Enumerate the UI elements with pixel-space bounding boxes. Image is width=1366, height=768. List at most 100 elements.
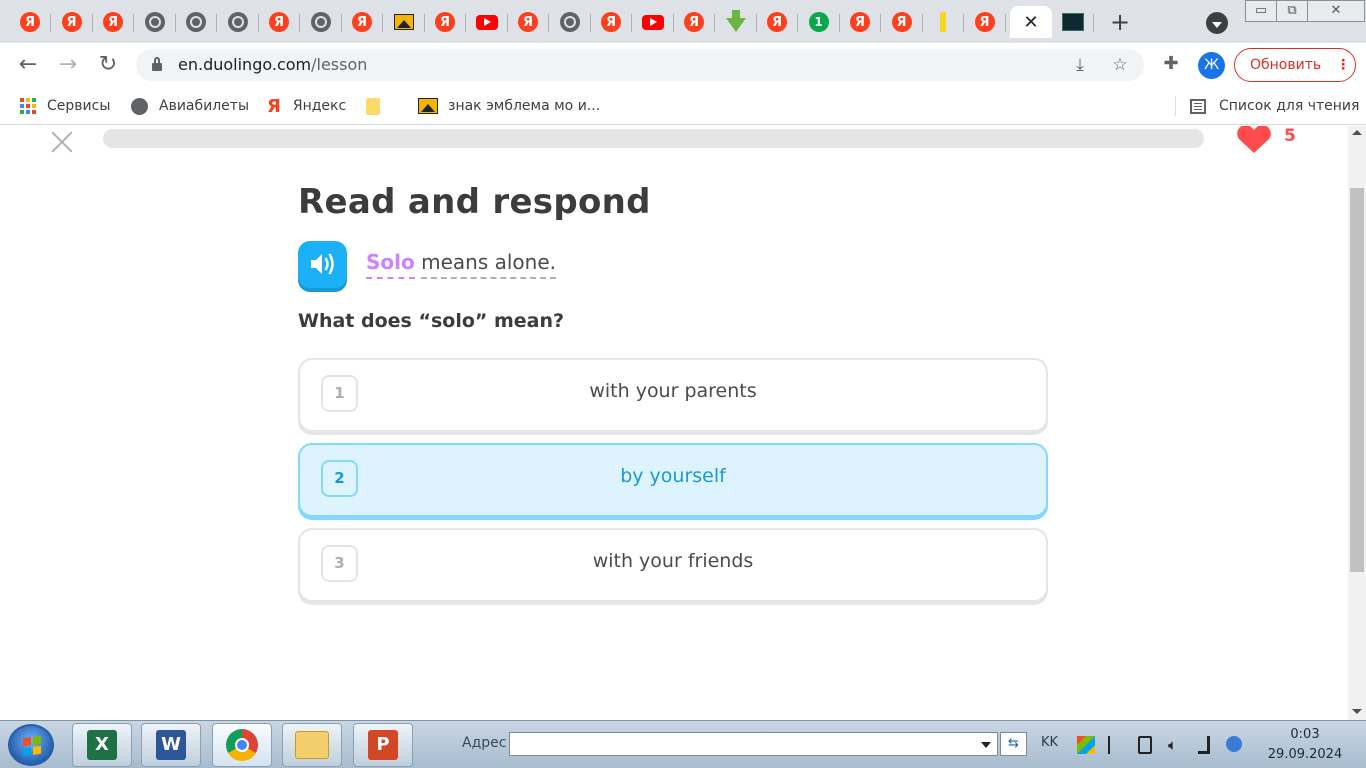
browser-tab[interactable]: Я xyxy=(964,6,1006,38)
url-text[interactable]: en.duolingo.com/lesson xyxy=(178,55,367,74)
browser-tab[interactable]: Я xyxy=(51,6,93,38)
language-indicator[interactable]: KK xyxy=(1041,735,1058,750)
extensions-puzzle-icon[interactable]: ✚ xyxy=(1160,53,1182,75)
browser-tab[interactable]: Я xyxy=(507,6,549,38)
bookmarks-bar: Сервисы Авиабилеты Я Яндекс знак эмблема… xyxy=(0,87,1366,125)
download-icon xyxy=(725,10,746,32)
passage-text[interactable]: Solo means alone. xyxy=(366,250,556,279)
reading-list[interactable]: Список для чтения xyxy=(1190,96,1359,116)
browser-tab[interactable]: Я xyxy=(424,6,466,38)
highlighted-word[interactable]: Solo xyxy=(366,250,415,279)
yandex-icon: Я xyxy=(601,12,621,32)
browser-tab[interactable]: Я xyxy=(673,6,715,38)
scroll-up-icon[interactable] xyxy=(1352,130,1362,135)
restore-button[interactable]: ⧉ xyxy=(1276,0,1308,22)
heart-icon xyxy=(1237,126,1271,153)
youtube-icon xyxy=(475,14,498,30)
address-toolbar-label: Адрес xyxy=(462,735,507,751)
address-bar[interactable]: en.duolingo.com/lesson ⤓ ☆ xyxy=(136,49,1144,81)
browser-tab[interactable]: Я xyxy=(881,6,923,38)
bookmark-star-icon[interactable]: ☆ xyxy=(1108,53,1132,77)
hearts-count: 5 xyxy=(1284,126,1296,146)
browser-tab[interactable]: Я xyxy=(9,6,51,38)
taskbar-chrome[interactable] xyxy=(212,723,272,767)
close-lesson-icon[interactable] xyxy=(49,129,75,155)
taskbar-word[interactable]: W xyxy=(141,723,201,767)
browser-tab[interactable]: 1 xyxy=(798,6,840,38)
browser-tab[interactable]: Я xyxy=(341,6,383,38)
url-host: en.duolingo.com xyxy=(178,55,312,74)
browser-tab[interactable] xyxy=(466,6,508,38)
answer-option-2[interactable]: 2 by yourself xyxy=(298,443,1048,517)
yellow-bar-icon xyxy=(940,12,946,32)
youtube-icon xyxy=(641,14,664,30)
browser-tab[interactable]: Я xyxy=(258,6,300,38)
bookmark-flights[interactable]: Авиабилеты xyxy=(131,96,249,116)
browser-tab[interactable] xyxy=(632,6,674,38)
network-signal-icon[interactable] xyxy=(1198,736,1210,754)
browser-tab[interactable]: Я xyxy=(92,6,134,38)
reload-icon[interactable]: ↻ xyxy=(94,51,122,79)
windows-taskbar: X W P Адрес ⇆ KK 🔈︎ 0:03 29.09.2024 xyxy=(0,720,1366,768)
volume-icon[interactable]: 🔈︎ xyxy=(1168,736,1186,754)
forward-arrow-icon[interactable]: → xyxy=(54,51,82,79)
scroll-down-icon[interactable] xyxy=(1352,709,1362,714)
tray-app-icon[interactable] xyxy=(1077,736,1095,754)
address-toolbar-input[interactable] xyxy=(509,732,998,756)
action-center-flag-icon[interactable] xyxy=(1108,736,1126,754)
browser-tab[interactable] xyxy=(715,6,757,38)
explorer-folder-icon xyxy=(295,731,329,759)
passage-rest[interactable]: means alone. xyxy=(421,250,556,279)
close-tab-icon[interactable]: ✕ xyxy=(1023,12,1038,33)
answer-option-3[interactable]: 3 with your friends xyxy=(298,528,1048,602)
yandex-icon: Я xyxy=(435,12,455,32)
browser-tab[interactable] xyxy=(134,6,176,38)
clock-time[interactable]: 0:03 xyxy=(1276,727,1334,742)
chrome-icon xyxy=(226,729,258,761)
taskbar-excel[interactable]: X xyxy=(72,723,132,767)
profile-avatar[interactable]: Ж xyxy=(1198,52,1225,79)
option-label: by yourself xyxy=(620,465,726,487)
word-icon: W xyxy=(156,730,186,760)
bookmark-services[interactable]: Сервисы xyxy=(20,96,110,116)
url-path: /lesson xyxy=(311,55,368,74)
bookmarks-divider xyxy=(1175,96,1176,116)
browser-tab[interactable] xyxy=(383,6,425,38)
bookmark-yandex[interactable]: Я Яндекс xyxy=(267,96,346,117)
update-button[interactable]: Обновить ⋮ xyxy=(1234,48,1356,82)
install-app-icon[interactable]: ⤓ xyxy=(1068,53,1092,77)
taskbar-powerpoint[interactable]: P xyxy=(353,723,413,767)
play-audio-button[interactable] xyxy=(298,241,347,288)
answer-option-1[interactable]: 1 with your parents xyxy=(298,358,1048,432)
clock-date[interactable]: 29.09.2024 xyxy=(1262,747,1348,762)
browser-tab[interactable] xyxy=(922,6,964,38)
usb-device-icon[interactable] xyxy=(1138,736,1152,754)
bookmark-emblem[interactable]: знак эмблема мо и... xyxy=(418,96,600,116)
bookmark-label: знак эмблема мо и... xyxy=(448,98,601,114)
bookmark-folder[interactable] xyxy=(366,96,380,116)
scroll-thumb[interactable] xyxy=(1350,188,1364,572)
active-tab[interactable]: ✕ xyxy=(1010,6,1052,38)
globe-icon xyxy=(559,12,580,32)
page-scrollbar[interactable] xyxy=(1348,126,1366,720)
lock-icon xyxy=(152,57,162,71)
close-window-button[interactable]: ✕ xyxy=(1307,0,1365,22)
browser-tab[interactable]: Я xyxy=(756,6,798,38)
browser-tab[interactable] xyxy=(300,6,342,38)
address-go-icon[interactable]: ⇆ xyxy=(1000,732,1027,756)
browser-tab[interactable]: Я xyxy=(839,6,881,38)
yandex-icon: Я xyxy=(269,12,289,32)
browser-tab[interactable] xyxy=(549,6,591,38)
new-tab-button[interactable]: + xyxy=(1108,8,1132,36)
tab-search-button[interactable] xyxy=(1206,12,1228,34)
start-button[interactable] xyxy=(8,724,54,766)
question-text: What does “solo” mean? xyxy=(298,310,565,332)
tab-dark-app[interactable] xyxy=(1052,6,1094,38)
back-arrow-icon[interactable]: ← xyxy=(14,51,42,79)
browser-tab[interactable]: Я xyxy=(590,6,632,38)
taskbar-explorer[interactable] xyxy=(282,723,342,767)
minimize-button[interactable]: ▭ xyxy=(1245,0,1277,22)
browser-tab[interactable] xyxy=(175,6,217,38)
browser-tab[interactable] xyxy=(217,6,259,38)
tray-update-icon[interactable] xyxy=(1226,736,1242,752)
